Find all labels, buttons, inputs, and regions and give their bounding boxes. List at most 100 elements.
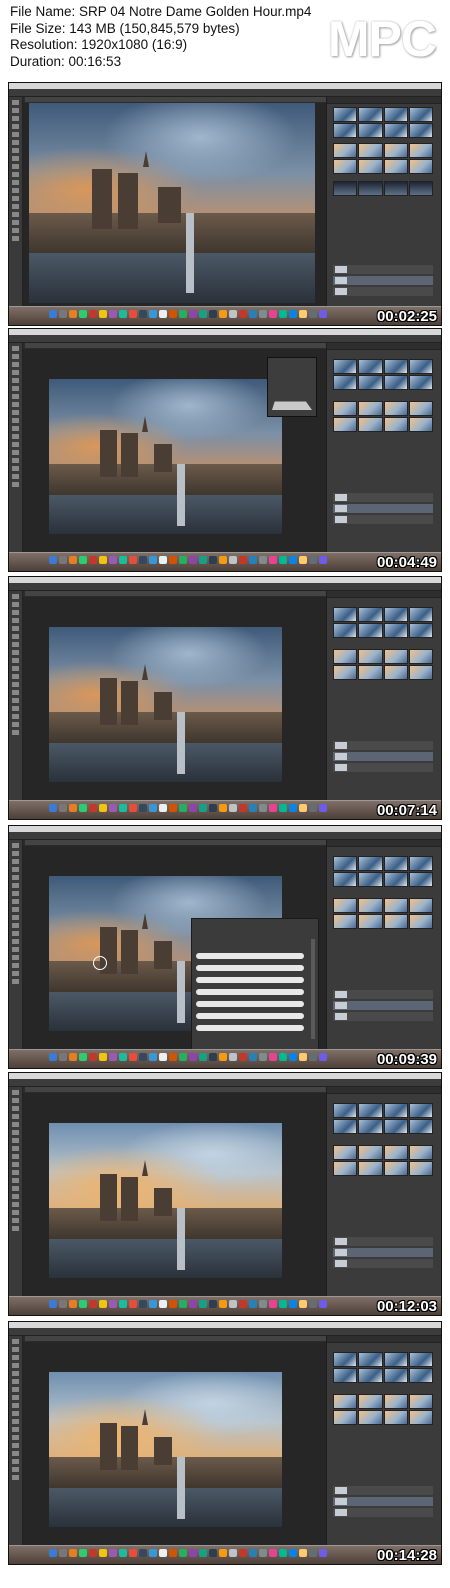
dock-app-icon[interactable]	[299, 310, 307, 318]
dock-app-icon[interactable]	[219, 804, 227, 812]
photoshop-tools-icon[interactable]	[12, 1451, 19, 1456]
photoshop-tools-icon[interactable]	[12, 172, 19, 177]
photoshop-tools-icon[interactable]	[12, 1395, 19, 1400]
dock-app-icon[interactable]	[179, 1549, 187, 1557]
tools-panel[interactable]	[9, 591, 23, 801]
photoshop-tools-icon[interactable]	[12, 156, 19, 161]
dock-app-icon[interactable]	[219, 1053, 227, 1061]
photoshop-tools-icon[interactable]	[12, 1162, 19, 1167]
sky-preset-thumbnail-icon[interactable]	[333, 1368, 358, 1383]
dock-app-icon[interactable]	[79, 310, 87, 318]
sky-preset-thumbnail-icon[interactable]	[383, 665, 408, 680]
sky-preset-thumbnail-icon[interactable]	[383, 623, 408, 638]
photoshop-tools-icon[interactable]	[12, 674, 19, 679]
dock-app-icon[interactable]	[219, 556, 227, 564]
sky-preset-thumbnail-icon[interactable]	[333, 181, 358, 196]
dock-app-icon[interactable]	[249, 1053, 257, 1061]
dock-app-icon[interactable]	[229, 1053, 237, 1061]
photoshop-tools-icon[interactable]	[12, 1146, 19, 1151]
dock-app-icon[interactable]	[119, 556, 127, 564]
sky-preset-thumbnail-icon[interactable]	[358, 1103, 383, 1118]
layer-row[interactable]	[333, 752, 433, 761]
dock-app-icon[interactable]	[159, 804, 167, 812]
photoshop-tools-icon[interactable]	[12, 1130, 19, 1135]
dock-app-icon[interactable]	[259, 556, 267, 564]
sky-preset-thumbnail-icon[interactable]	[408, 1161, 433, 1176]
dock-app-icon[interactable]	[269, 804, 277, 812]
brush-list-scrollbar[interactable]	[311, 939, 315, 1039]
photoshop-tools-icon[interactable]	[12, 859, 19, 864]
photoshop-tools-icon[interactable]	[12, 875, 19, 880]
dock-app-icon[interactable]	[219, 310, 227, 318]
dock-app-icon[interactable]	[289, 310, 297, 318]
layers-panel[interactable]	[333, 990, 433, 1023]
photoshop-tools-icon[interactable]	[12, 236, 19, 241]
dock-app-icon[interactable]	[199, 1300, 207, 1308]
photoshop-tools-icon[interactable]	[12, 947, 19, 952]
photoshop-tools-icon[interactable]	[12, 442, 19, 447]
dock-app-icon[interactable]	[89, 804, 97, 812]
dock-app-icon[interactable]	[269, 1549, 277, 1557]
dock-app-icon[interactable]	[239, 1549, 247, 1557]
dock-app-icon[interactable]	[139, 556, 147, 564]
document-tab[interactable]	[25, 840, 327, 845]
dock-app-icon[interactable]	[49, 1300, 57, 1308]
dock-app-icon[interactable]	[319, 1300, 327, 1308]
dock-app-icon[interactable]	[169, 1053, 177, 1061]
sky-preset-thumbnail-icon[interactable]	[333, 1103, 358, 1118]
layer-row[interactable]	[333, 1248, 433, 1257]
dock-app-icon[interactable]	[99, 804, 107, 812]
dock-app-icon[interactable]	[49, 556, 57, 564]
photoshop-tools-icon[interactable]	[12, 1467, 19, 1472]
sky-preset-thumbnail-icon[interactable]	[333, 1161, 358, 1176]
sky-preset-thumbnail-icon[interactable]	[383, 1145, 408, 1160]
dock-app-icon[interactable]	[109, 804, 117, 812]
sky-preset-thumbnail-icon[interactable]	[383, 107, 408, 122]
brush-preset-stroke[interactable]	[196, 1025, 304, 1031]
photoshop-tools-icon[interactable]	[12, 1459, 19, 1464]
dock-app-icon[interactable]	[189, 1549, 197, 1557]
layer-row[interactable]	[333, 493, 433, 502]
photoshop-tools-icon[interactable]	[12, 698, 19, 703]
dock-app-icon[interactable]	[159, 556, 167, 564]
layer-row[interactable]	[333, 265, 433, 274]
dock-app-icon[interactable]	[299, 804, 307, 812]
photoshop-tools-icon[interactable]	[12, 1387, 19, 1392]
sky-preset-thumbnail-icon[interactable]	[383, 872, 408, 887]
sky-preset-thumbnail-icon[interactable]	[383, 143, 408, 158]
dock-app-icon[interactable]	[159, 1549, 167, 1557]
dock-app-icon[interactable]	[89, 556, 97, 564]
dock-app-icon[interactable]	[149, 1549, 157, 1557]
dock-app-icon[interactable]	[299, 1053, 307, 1061]
sky-preset-thumbnail-icon[interactable]	[333, 856, 358, 871]
photoshop-tools-icon[interactable]	[12, 140, 19, 145]
sky-preset-thumbnail-icon[interactable]	[333, 375, 358, 390]
dock-app-icon[interactable]	[169, 1300, 177, 1308]
dock-app-icon[interactable]	[259, 1549, 267, 1557]
dock-app-icon[interactable]	[209, 1053, 217, 1061]
layer-row[interactable]	[333, 763, 433, 772]
sky-preset-thumbnail-icon[interactable]	[333, 1145, 358, 1160]
brush-preset-stroke[interactable]	[196, 977, 304, 983]
sky-preset-thumbnail-icon[interactable]	[408, 181, 433, 196]
photoshop-tools-icon[interactable]	[12, 370, 19, 375]
dock-app-icon[interactable]	[69, 1300, 77, 1308]
dock-app-icon[interactable]	[209, 1300, 217, 1308]
photoshop-tools-icon[interactable]	[12, 124, 19, 129]
sky-preset-thumbnail-icon[interactable]	[358, 359, 383, 374]
photoshop-tools-icon[interactable]	[12, 1435, 19, 1440]
photoshop-tools-icon[interactable]	[12, 362, 19, 367]
dock-app-icon[interactable]	[79, 1549, 87, 1557]
photoshop-tools-icon[interactable]	[12, 482, 19, 487]
dock-app-icon[interactable]	[239, 804, 247, 812]
photoshop-tools-icon[interactable]	[12, 867, 19, 872]
dock-app-icon[interactable]	[289, 556, 297, 564]
photoshop-tools-icon[interactable]	[12, 1114, 19, 1119]
sky-preset-thumbnail-icon[interactable]	[408, 1368, 433, 1383]
dock-app-icon[interactable]	[139, 310, 147, 318]
dock-app-icon[interactable]	[209, 804, 217, 812]
sky-preset-thumbnail-icon[interactable]	[408, 359, 433, 374]
dock-app-icon[interactable]	[269, 1300, 277, 1308]
dock-app-icon[interactable]	[49, 804, 57, 812]
tools-panel[interactable]	[9, 343, 23, 553]
